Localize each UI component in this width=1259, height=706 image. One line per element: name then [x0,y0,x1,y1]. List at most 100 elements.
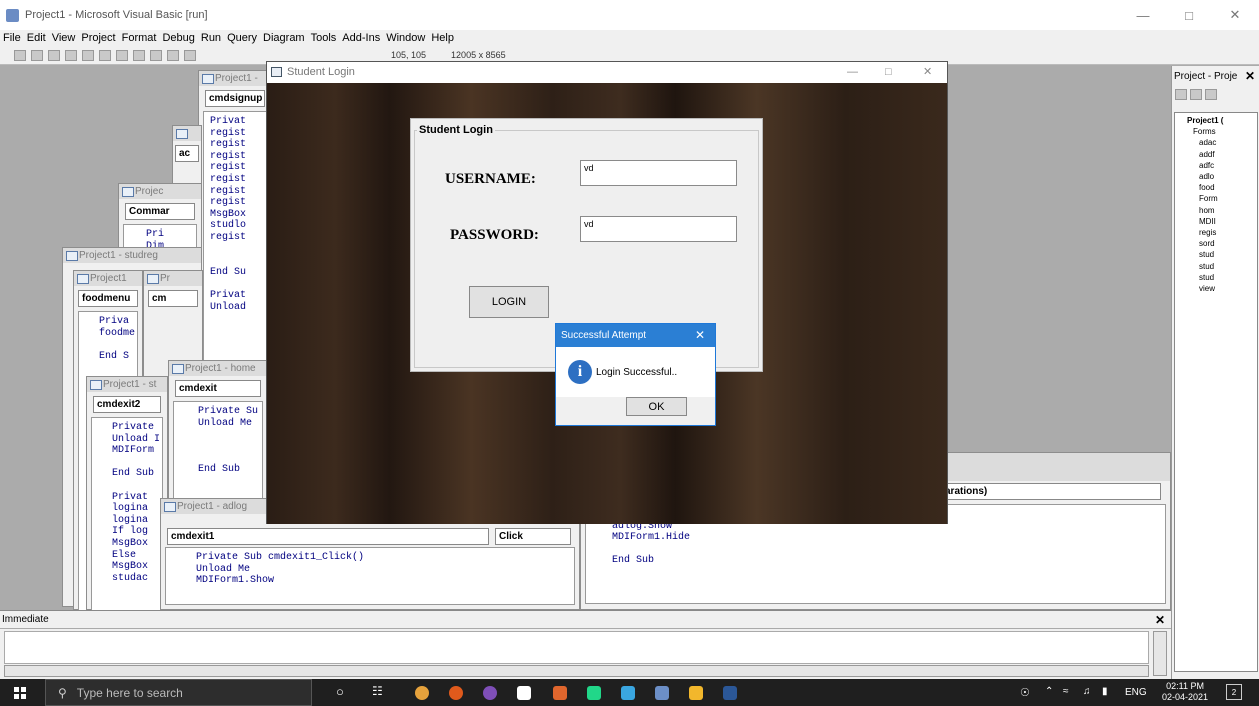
close-icon[interactable]: ✕ [695,324,705,347]
view-object-icon[interactable] [1190,89,1202,100]
open-project-icon[interactable] [65,49,77,61]
student-login-window[interactable]: Student Login — □ ✕ Student Login USERNA… [266,61,948,524]
menu-help[interactable]: Help [428,32,457,44]
maximize-button[interactable]: □ [1166,0,1212,30]
copy-icon[interactable] [116,49,128,61]
tree-item-form[interactable]: regis [1179,227,1257,238]
tree-item-form[interactable]: addf [1179,149,1257,160]
object-combo[interactable]: cmdexit1 [167,528,489,545]
language-indicator[interactable]: ENG [1125,687,1147,698]
tree-item-form[interactable]: adac [1179,137,1257,148]
menu-project[interactable]: Project [78,32,118,44]
tree-item-forms-folder[interactable]: Forms [1179,126,1257,137]
minimize-icon[interactable]: — [847,62,858,83]
window-caption: Project1 [74,271,142,286]
paint-icon[interactable] [621,686,635,700]
success-msgbox[interactable]: Successful Attempt ✕ i Login Successful.… [555,323,716,426]
wifi-icon[interactable]: ≈ [1063,686,1069,697]
tree-item-form[interactable]: view [1179,283,1257,294]
chrome-icon[interactable] [415,686,429,700]
menu-file[interactable]: File [0,32,24,44]
object-combo[interactable]: cm [148,290,198,307]
close-icon[interactable]: ✕ [1155,611,1165,629]
notification-count: 2 [1231,688,1237,697]
menu-edit[interactable]: Edit [24,32,49,44]
tree-item-form[interactable]: MDII [1179,216,1257,227]
add-form-icon[interactable] [31,49,43,61]
ok-button[interactable]: OK [626,397,687,416]
vb-taskbar-icon[interactable] [655,686,669,700]
username-input[interactable]: vd [580,160,737,186]
tree-item-form[interactable]: stud [1179,249,1257,260]
object-combo[interactable]: Commar [125,203,195,220]
menu-run[interactable]: Run [198,32,224,44]
redo-icon[interactable] [184,49,196,61]
menu-diagram[interactable]: Diagram [260,32,308,44]
chevron-up-icon[interactable]: ⌃ [1045,686,1053,697]
menu-tools[interactable]: Tools [308,32,340,44]
tree-item-form[interactable]: adlo [1179,171,1257,182]
object-combo[interactable]: cmdexit [175,380,261,397]
toggle-folders-icon[interactable] [1205,89,1217,100]
tree-item-form[interactable]: stud [1179,272,1257,283]
object-combo[interactable]: foodmenu [78,290,138,307]
battery-icon[interactable]: ▮ [1102,686,1108,697]
tree-item-form[interactable]: hom [1179,205,1257,216]
vertical-scrollbar[interactable] [1153,631,1167,676]
tree-item-form[interactable]: adfc [1179,160,1257,171]
tree-item-form[interactable]: food [1179,182,1257,193]
menu-debug[interactable]: Debug [159,32,197,44]
notification-icon[interactable]: 2 [1226,684,1242,700]
close-button[interactable]: ✕ [1212,0,1258,30]
menu-window[interactable]: Window [383,32,428,44]
immediate-input[interactable] [4,631,1149,664]
firefox-icon[interactable] [449,686,463,700]
code-pane[interactable]: Private Unload I MDIForm End Sub Privat … [91,417,163,617]
object-combo[interactable]: cmdexit2 [93,396,161,413]
login-button[interactable]: LOGIN [469,286,549,318]
close-icon[interactable]: ✕ [1245,69,1255,83]
app-icon[interactable] [483,686,497,700]
clock[interactable]: 02:11 PM 02-04-2021 [1162,681,1208,703]
task-view-icon[interactable]: ☷ [372,684,383,698]
pycharm-icon[interactable] [587,686,601,700]
add-project-icon[interactable] [14,49,26,61]
menu-format[interactable]: Format [119,32,160,44]
search-box[interactable]: Type here to search [77,686,183,700]
close-icon[interactable]: ✕ [923,62,932,83]
volume-icon[interactable]: ♫ [1083,686,1091,697]
office-icon[interactable] [553,686,567,700]
save-project-icon[interactable] [82,49,94,61]
minimize-button[interactable]: — [1120,0,1166,30]
password-input[interactable]: vd [580,216,737,242]
view-code-icon[interactable] [1175,89,1187,100]
object-combo[interactable]: cmdsignup [205,90,265,107]
mail-icon[interactable] [517,686,531,700]
tree-item-form[interactable]: sord [1179,238,1257,249]
tree-item-form[interactable]: stud [1179,261,1257,272]
paste-icon[interactable] [133,49,145,61]
file-explorer-icon[interactable] [689,686,703,700]
procedure-combo[interactable]: arations) [941,483,1161,500]
undo-icon[interactable] [167,49,179,61]
immediate-title: Immediate [2,614,49,625]
cortana-icon[interactable]: ○ [336,684,344,699]
menu-view[interactable]: View [49,32,79,44]
tree-item-project[interactable]: Project1 ( [1179,115,1257,126]
menu-addins[interactable]: Add-Ins [339,32,383,44]
code-pane[interactable]: Private Sub cmdexit1_Click() Unload Me M… [165,547,575,605]
procedure-combo[interactable]: Click [495,528,571,545]
window-caption [173,126,201,141]
people-icon[interactable]: ☉ [1020,686,1030,699]
code-window-st[interactable]: Project1 - st cmdexit2 Private Unload I … [86,376,168,617]
object-combo[interactable]: ac [175,145,199,162]
menu-editor-icon[interactable] [48,49,60,61]
horizontal-scrollbar[interactable] [4,665,1149,677]
maximize-icon[interactable]: □ [885,62,892,83]
menu-query[interactable]: Query [224,32,260,44]
tree-item-form[interactable]: Form [1179,193,1257,204]
cut-icon[interactable] [99,49,111,61]
find-icon[interactable] [150,49,162,61]
word-icon[interactable] [723,686,737,700]
windows-start-icon[interactable] [14,687,26,699]
